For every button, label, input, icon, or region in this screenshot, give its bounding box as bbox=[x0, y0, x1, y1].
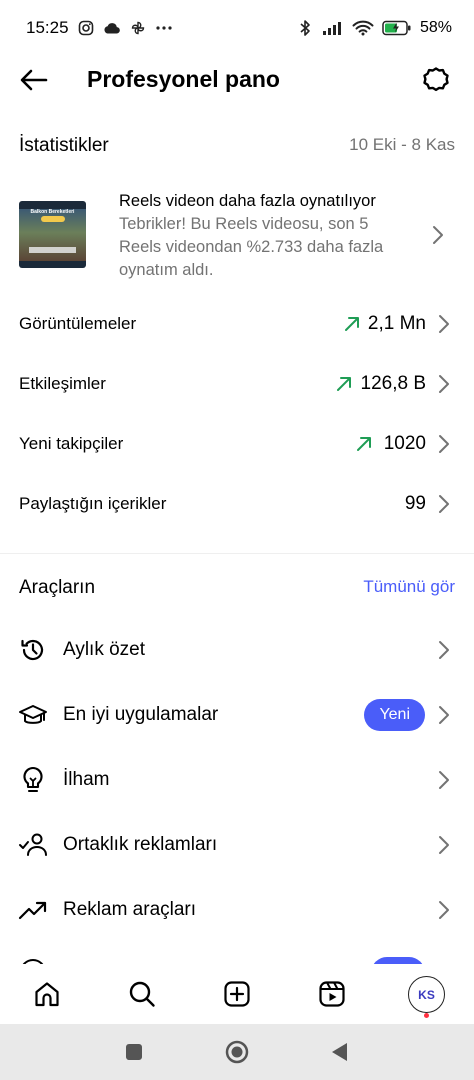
battery-icon bbox=[382, 19, 412, 37]
tool-best-practices[interactable]: En iyi uygulamalar Yeni bbox=[0, 683, 474, 747]
tool-label: Ortaklık reklamları bbox=[63, 834, 218, 855]
stat-label: Etkileşimler bbox=[19, 374, 106, 393]
status-bar: 15:25 58% bbox=[0, 0, 474, 56]
battery-percent: 58% bbox=[419, 19, 452, 36]
chevron-right-icon bbox=[439, 495, 449, 513]
tool-label: İlham bbox=[63, 769, 110, 790]
chevron-right-icon bbox=[439, 641, 449, 659]
stat-row-interactions[interactable]: Etkileşimler 126,8 B bbox=[0, 354, 474, 414]
status-time: 15:25 bbox=[26, 18, 69, 37]
stat-label: Yeni takipçiler bbox=[19, 434, 124, 453]
profile-avatar[interactable]: KS bbox=[408, 976, 445, 1013]
partner-check-icon bbox=[18, 830, 48, 860]
signal-icon bbox=[322, 19, 344, 37]
arrow-left-icon bbox=[20, 69, 48, 91]
tool-label: Aylık özet bbox=[63, 639, 146, 660]
chevron-right-icon bbox=[439, 706, 449, 724]
search-icon bbox=[129, 981, 155, 1007]
stat-value: 1020 bbox=[383, 433, 426, 454]
bottom-navigation bbox=[0, 964, 474, 1024]
square-icon bbox=[126, 1044, 142, 1060]
chevron-right-icon bbox=[439, 836, 449, 854]
see-all-link[interactable]: Tümünü gör bbox=[363, 577, 455, 597]
back-button[interactable] bbox=[18, 64, 50, 96]
settings-button[interactable] bbox=[420, 64, 452, 96]
section-divider bbox=[0, 553, 474, 554]
insight-card[interactable]: Balkon Bereketleri Reels videon daha faz… bbox=[0, 186, 474, 282]
trending-up-icon bbox=[18, 895, 48, 925]
reel-thumbnail: Balkon Bereketleri bbox=[19, 201, 86, 268]
graduation-cap-icon bbox=[18, 700, 48, 730]
new-badge: Yeni bbox=[364, 699, 425, 731]
stat-value: 126,8 B bbox=[360, 373, 427, 394]
chevron-right-icon bbox=[439, 901, 449, 919]
trend-up-icon bbox=[357, 437, 371, 451]
nav-reels[interactable] bbox=[314, 976, 350, 1012]
more-notifications-icon bbox=[155, 19, 173, 37]
stat-value: 99 bbox=[404, 493, 426, 514]
tool-label: Reklam araçları bbox=[63, 899, 197, 920]
lightbulb-icon bbox=[18, 765, 48, 795]
triangle-back-icon bbox=[332, 1043, 347, 1061]
stats-section-title: İstatistikler bbox=[19, 135, 109, 156]
back-system-button[interactable] bbox=[328, 1040, 352, 1064]
page-title: Profesyonel pano bbox=[87, 66, 280, 92]
tool-label: En iyi uygulamalar bbox=[63, 704, 219, 725]
pinwheel-icon bbox=[129, 19, 147, 37]
history-icon bbox=[18, 635, 48, 665]
date-range[interactable]: 10 Eki - 8 Kas bbox=[349, 135, 455, 155]
tool-inspiration[interactable]: İlham bbox=[0, 748, 474, 812]
stat-value: 2,1 Mn bbox=[367, 313, 426, 334]
trend-up-icon bbox=[345, 317, 359, 331]
stat-row-new-followers[interactable]: Yeni takipçiler 1020 bbox=[0, 414, 474, 474]
wifi-icon bbox=[352, 19, 374, 37]
chevron-right-icon bbox=[433, 226, 443, 244]
tools-section-title: Araçların bbox=[19, 577, 96, 598]
recent-apps-button[interactable] bbox=[122, 1040, 146, 1064]
create-icon bbox=[224, 981, 250, 1007]
notification-dot bbox=[424, 1013, 429, 1018]
insight-description: Tebrikler! Bu Reels videosu, son 5 Reels… bbox=[119, 215, 384, 279]
tool-ad-tools[interactable]: Reklam araçları bbox=[0, 878, 474, 942]
stat-label: Görüntülemeler bbox=[19, 314, 137, 333]
thumbnail-caption: Balkon Bereketleri bbox=[30, 209, 75, 215]
cloud-icon bbox=[103, 19, 121, 37]
tool-monthly-summary[interactable]: Aylık özet bbox=[0, 618, 474, 682]
chevron-right-icon bbox=[439, 315, 449, 333]
nav-create[interactable] bbox=[219, 976, 255, 1012]
tool-partnership-ads[interactable]: Ortaklık reklamları bbox=[0, 813, 474, 877]
home-icon bbox=[35, 982, 59, 1007]
home-system-button[interactable] bbox=[225, 1040, 249, 1064]
bluetooth-icon bbox=[296, 19, 314, 37]
nav-search[interactable] bbox=[124, 976, 160, 1012]
chevron-right-icon bbox=[439, 375, 449, 393]
chevron-right-icon bbox=[439, 435, 449, 453]
insight-title: Reels videon daha fazla oynatılıyor bbox=[119, 192, 376, 210]
chevron-right-icon bbox=[439, 771, 449, 789]
instagram-notification-icon bbox=[77, 19, 95, 37]
stat-label: Paylaştığın içerikler bbox=[19, 494, 167, 513]
system-navigation-bar bbox=[0, 1024, 474, 1080]
avatar-initials: KS bbox=[412, 980, 441, 1009]
reels-icon bbox=[319, 981, 345, 1007]
nav-home[interactable] bbox=[29, 976, 65, 1012]
stat-row-views[interactable]: Görüntülemeler 2,1 Mn bbox=[0, 294, 474, 354]
trend-up-icon bbox=[337, 377, 351, 391]
circle-icon bbox=[225, 1040, 249, 1064]
stat-row-shared-content[interactable]: Paylaştığın içerikler 99 bbox=[0, 474, 474, 534]
gear-icon bbox=[423, 67, 449, 92]
app-header: Profesyonel pano bbox=[0, 56, 474, 104]
